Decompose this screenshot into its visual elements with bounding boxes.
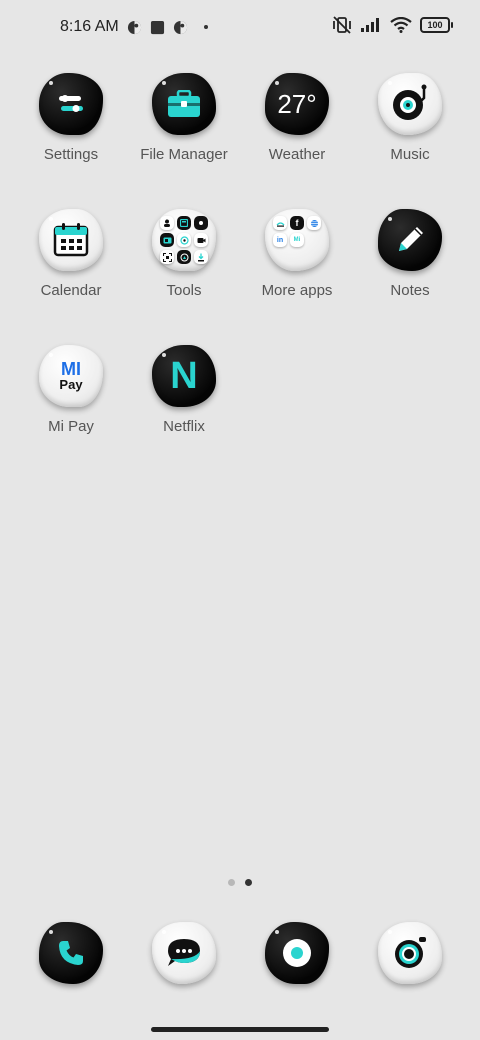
folder-empty-slot: [290, 250, 304, 264]
folder-more-apps[interactable]: f in Mi More apps: [241, 206, 353, 299]
netflix-icon-wrap: N: [150, 342, 218, 410]
app-calendar[interactable]: Calendar: [15, 206, 127, 299]
weather-icon: 27°: [265, 73, 329, 135]
app-netflix[interactable]: N Netflix: [128, 342, 240, 435]
app-label: Notes: [390, 282, 430, 299]
more-notifications-dot-icon: [203, 25, 208, 29]
settings-icon: [39, 73, 103, 135]
camera-icon: [378, 922, 442, 984]
mini-facebook-icon: f: [290, 216, 304, 230]
signal-icon: [360, 17, 382, 33]
dock-phone[interactable]: [15, 922, 127, 984]
home-gesture-bar[interactable]: [151, 1027, 329, 1032]
status-time: 8:16 AM: [60, 18, 119, 35]
app-label: More apps: [261, 282, 333, 299]
notification-app-icon: [127, 20, 142, 35]
calendar-icon-wrap: [37, 206, 105, 274]
app-label: Settings: [43, 146, 99, 163]
app-notes[interactable]: Notes: [354, 206, 466, 299]
mini-linkedin-icon: in: [273, 233, 287, 247]
mi-pay-icon: MI Pay: [39, 345, 103, 407]
app-label: Weather: [268, 146, 326, 163]
folder-tools[interactable]: Tools: [128, 206, 240, 299]
tools-icon-wrap: [150, 206, 218, 274]
dock-browser[interactable]: [241, 922, 353, 984]
calendar-icon: [39, 209, 103, 271]
mini-calculator-icon: [177, 216, 191, 230]
battery-level: 100: [427, 19, 443, 30]
battery-indicator: 100: [420, 17, 453, 33]
more-apps-folder-icon: f in Mi: [265, 209, 329, 271]
dock-camera[interactable]: [354, 922, 466, 984]
status-right: 100: [332, 16, 453, 34]
more-apps-folder-grid: f in Mi: [273, 216, 321, 264]
mipay-letters: Mi: [293, 237, 301, 243]
page-dot-1[interactable]: [228, 879, 235, 886]
dock-messages[interactable]: [128, 922, 240, 984]
notification-square-icon: [150, 20, 165, 35]
tools-folder-icon: [152, 209, 216, 271]
facebook-letter: f: [295, 218, 299, 228]
mini-compass-icon: [177, 233, 191, 247]
app-label: Calendar: [40, 282, 102, 299]
app-file-manager[interactable]: File Manager: [128, 70, 240, 163]
app-label: File Manager: [140, 146, 228, 163]
app-label: Tools: [166, 282, 202, 299]
pencil-icon: [378, 209, 442, 271]
page-dot-2-active[interactable]: [245, 879, 252, 886]
mini-compass-dark-icon: [177, 250, 191, 264]
music-icon-wrap: [376, 70, 444, 138]
mi-pay-icon-wrap: MI Pay: [37, 342, 105, 410]
weather-temperature: 27°: [277, 88, 317, 119]
mini-mipay-icon: Mi: [290, 233, 304, 247]
phone-icon: [39, 922, 103, 984]
tools-folder-grid: [160, 216, 208, 264]
mini-signal-icon: [273, 216, 287, 230]
file-manager-icon-wrap: [150, 70, 218, 138]
settings-icon-wrap: [37, 70, 105, 138]
folder-empty-slot: [273, 250, 287, 264]
mini-user-icon: [160, 216, 174, 230]
status-bar: 8:16 AM 100: [0, 0, 480, 56]
mi-pay-logo-top: MI: [61, 358, 81, 379]
mini-dot-icon: [194, 216, 208, 230]
app-weather[interactable]: 27° Weather: [241, 70, 353, 163]
wifi-icon: [390, 17, 412, 33]
mini-download-icon: [194, 250, 208, 264]
mini-camera-icon: [194, 233, 208, 247]
home-screen: 8:16 AM 100 Settings File Manager 27° We…: [0, 0, 480, 1040]
app-mi-pay[interactable]: MI Pay Mi Pay: [15, 342, 127, 435]
mi-pay-logo-bottom: Pay: [59, 376, 83, 392]
page-indicator: [0, 879, 480, 886]
app-label: Mi Pay: [48, 418, 94, 435]
notes-icon-wrap: [376, 206, 444, 274]
folder-empty-slot: [307, 250, 321, 264]
folder-empty-slot: [307, 233, 321, 247]
app-settings[interactable]: Settings: [15, 70, 127, 163]
weather-icon-wrap: 27°: [263, 70, 331, 138]
mini-scanner-icon: [160, 250, 174, 264]
vinyl-record-icon: [378, 73, 442, 135]
mini-card-icon: [160, 233, 174, 247]
more-apps-icon-wrap: f in Mi: [263, 206, 331, 274]
mini-globe-icon: [307, 216, 321, 230]
netflix-icon: N: [152, 345, 216, 407]
notification-app-icon-2: [173, 20, 188, 35]
vibrate-off-icon: [332, 16, 352, 34]
linkedin-letters: in: [276, 236, 284, 244]
app-label: Netflix: [163, 418, 205, 435]
status-left: 8:16 AM: [60, 18, 208, 36]
message-bubble-icon: [152, 922, 216, 984]
browser-icon: [265, 922, 329, 984]
app-label: Music: [390, 146, 430, 163]
app-music[interactable]: Music: [354, 70, 466, 163]
briefcase-icon: [152, 73, 216, 135]
netflix-logo-letter: N: [170, 354, 198, 397]
